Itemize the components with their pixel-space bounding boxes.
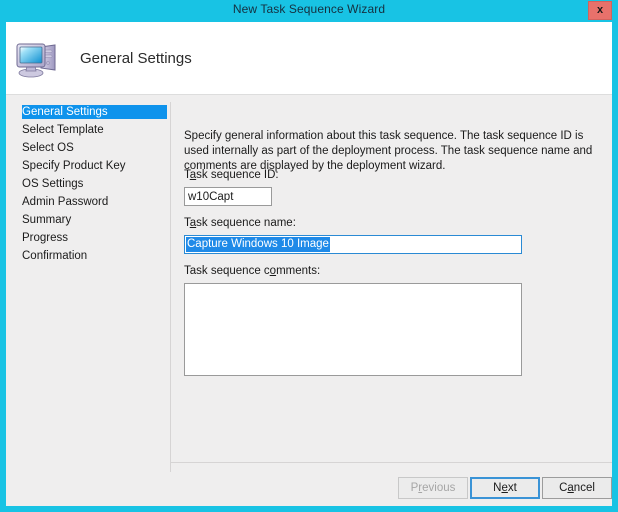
task-sequence-name-label: Task sequence name: (184, 217, 296, 229)
sidebar-item-admin-password[interactable]: Admin Password (22, 195, 167, 209)
task-sequence-id-input[interactable] (184, 187, 272, 206)
sidebar-item-progress[interactable]: Progress (22, 231, 167, 245)
task-sequence-name-input[interactable] (184, 235, 522, 254)
sidebar-item-confirmation[interactable]: Confirmation (22, 249, 167, 263)
sidebar-item-select-template[interactable]: Select Template (22, 123, 167, 137)
window-title: New Task Sequence Wizard (232, 2, 386, 16)
header-band: General Settings (6, 22, 612, 95)
content-pane: Specify general information about this t… (171, 95, 612, 506)
computer-monitor-icon (14, 36, 62, 80)
close-button[interactable]: x (588, 1, 612, 20)
task-sequence-comments-input[interactable] (184, 283, 522, 376)
cancel-button[interactable]: Cancel (542, 477, 612, 499)
task-sequence-comments-label: Task sequence comments: (184, 265, 321, 277)
next-button[interactable]: Next (470, 477, 540, 499)
page-title: General Settings (80, 50, 192, 67)
step-list: General Settings Select Template Select … (6, 95, 170, 506)
client-area: General Settings General Settings Select… (6, 22, 612, 506)
sidebar-item-general-settings[interactable]: General Settings (22, 105, 167, 119)
wizard-window: New Task Sequence Wizard x General Setti… (0, 0, 618, 512)
sidebar-item-select-os[interactable]: Select OS (22, 141, 167, 155)
task-sequence-id-label: Task sequence ID: (184, 169, 279, 181)
close-icon: x (596, 4, 604, 16)
footer-divider (171, 462, 612, 463)
sidebar-item-specify-product-key[interactable]: Specify Product Key (22, 159, 167, 173)
sidebar-item-summary[interactable]: Summary (22, 213, 167, 227)
title-bar: New Task Sequence Wizard x (0, 0, 618, 22)
sidebar-item-os-settings[interactable]: OS Settings (22, 177, 167, 191)
previous-button[interactable]: Previous (398, 477, 468, 499)
page-description: Specify general information about this t… (184, 130, 593, 172)
